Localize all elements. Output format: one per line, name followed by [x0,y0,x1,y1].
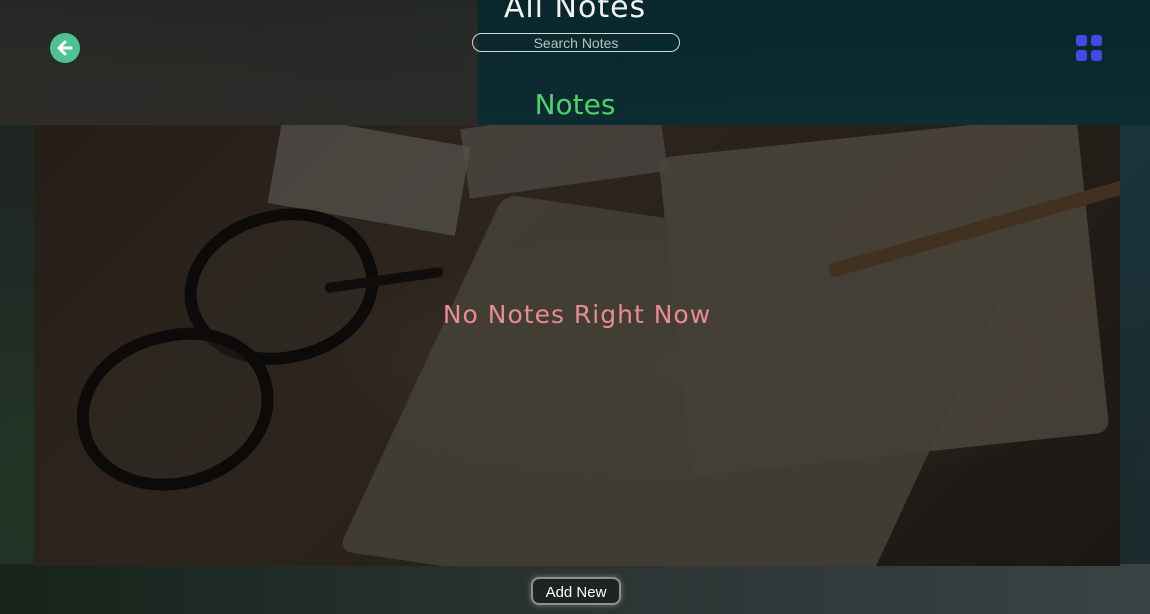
grid-square-icon [1091,50,1102,61]
page-title: All Notes [503,0,647,25]
grid-square-icon [1091,35,1102,46]
add-new-button[interactable]: Add New [531,577,621,605]
back-button[interactable] [50,33,80,63]
arrow-left-icon [57,40,73,56]
search-input[interactable] [472,33,680,52]
notes-section-title: Notes [534,88,616,121]
grid-view-button[interactable] [1076,35,1102,61]
grid-square-icon [1076,35,1087,46]
panel-overlay [34,125,1120,566]
notes-panel: No Notes Right Now [34,125,1120,566]
grid-square-icon [1076,50,1087,61]
empty-notes-message: No Notes Right Now [442,300,712,329]
